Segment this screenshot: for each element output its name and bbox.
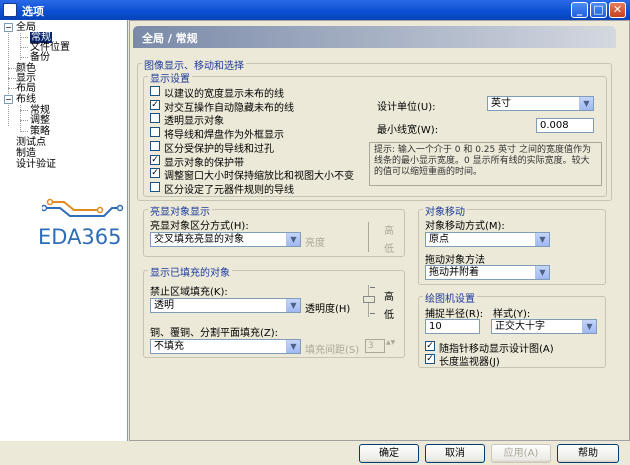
eda365-logo: EDA365 [38,225,122,249]
ok-button[interactable]: 确定 [359,444,419,463]
hint-text: 提示: 输入一个介于 0 和 0.25 英寸 之间的宽度值作为线条的最小显示宽度… [369,142,602,186]
close-button[interactable]: ✕ [609,2,626,18]
display-option-checkbox[interactable] [150,113,160,124]
tree-item-testpoint[interactable]: 测试点 [16,137,46,148]
area-fill-label: 禁止区域填充(K): [150,287,228,298]
copper-fill-select[interactable]: 不填充 ▼ [150,339,301,354]
copper-fill-label: 铜、覆铜、分割平面填充(Z): [150,328,279,339]
tree-item-routing-strategy[interactable]: 策略 [30,126,50,137]
brightness-low-label: 低 [384,244,394,255]
chevron-down-icon: ▼ [579,97,593,110]
brightness-label: 亮度 [305,238,325,249]
display-option-checkbox[interactable] [150,181,160,192]
brightness-high-label: 高 [384,226,394,237]
cancel-button[interactable]: 取消 [425,444,485,463]
length-monitor-label: 长度监视器(J) [439,357,500,368]
opacity-high-label: 高 [384,292,394,303]
move-mode-label: 对象移动方式(M): [425,221,505,232]
cursor-style-select[interactable]: 正交大十字 ▼ [491,319,597,334]
display-settings-title: 显示设置 [148,70,192,85]
chevron-down-icon: ▼ [535,266,549,279]
chevron-down-icon: ▼ [535,233,549,246]
tree-item-design-verify[interactable]: 设计验证 [16,159,56,170]
opacity-slider-thumb[interactable] [363,296,375,303]
tree-item-fab[interactable]: 制造 [16,148,36,159]
eda365-logo-circuit [42,198,124,217]
panel-header [133,26,616,48]
brightness-slider[interactable] [368,222,369,252]
spin-arrows-icon[interactable]: ▲▼ [386,339,395,346]
display-option-label: 区分设定了元器件规则的导线 [164,184,294,196]
min-width-label: 最小线宽(W): [377,125,439,136]
snap-radius-label: 捕捉半径(R): [425,309,484,320]
display-option-checkbox[interactable] [150,86,160,96]
maximize-button[interactable]: □ [590,2,607,18]
design-unit-select[interactable]: 英寸 ▼ [487,96,594,111]
panel-title: 全局 / 常规 [142,32,198,45]
tree-item-routing[interactable]: 布线 [16,94,36,105]
move-mode-select[interactable]: 原点 ▼ [425,232,550,247]
collapse-icon[interactable]: − [4,95,13,104]
window-title: 选项 [22,5,44,18]
cursor-style-label: 样式(Y): [493,309,531,320]
help-button[interactable]: 帮助 [557,444,619,463]
area-fill-select[interactable]: 透明 ▼ [150,298,301,313]
title-bar[interactable] [0,0,630,20]
min-width-input[interactable]: 0.008 [536,118,594,133]
opacity-label: 透明度(H) [305,304,351,315]
collapse-icon[interactable]: − [4,23,13,32]
filled-objects-title: 显示已填充的对象 [148,264,232,279]
design-unit-label: 设计单位(U): [377,102,436,113]
tree-item-backup[interactable]: 备份 [30,52,50,63]
chevron-down-icon: ▼ [286,299,300,312]
drag-method-select[interactable]: 拖动并附着 ▼ [425,265,550,280]
chevron-down-icon: ▼ [286,233,300,246]
drag-method-label: 拖动对象方法 [425,255,485,266]
object-move-title: 对象移动 [423,203,467,218]
chevron-down-icon: ▼ [582,320,596,333]
length-monitor-checkbox[interactable]: ✓ [425,354,435,364]
show-while-moving-checkbox[interactable]: ✓ [425,341,435,351]
display-option-checkbox[interactable]: ✓ [150,99,160,110]
apply-button[interactable]: 应用(A) [491,444,551,463]
snap-radius-input[interactable]: 10 [425,319,480,334]
display-option-checkbox[interactable] [150,127,160,138]
app-icon [3,3,17,17]
fill-spacing-spinner[interactable]: 3 [365,339,385,353]
highlight-mode-label: 亮显对象区分方式(H): [150,221,249,232]
tree-item-layer[interactable]: 布局 [16,83,36,94]
minimize-button[interactable]: _ [571,2,588,18]
highlight-group-title: 亮显对象显示 [148,203,212,218]
fill-spacing-label: 填充间距(S) [305,345,360,356]
display-option-checkbox[interactable]: ✓ [150,154,160,165]
chevron-down-icon: ▼ [286,340,300,353]
display-option-checkbox[interactable]: ✓ [150,168,160,179]
highlight-mode-select[interactable]: 交叉填充亮显的对象 ▼ [150,232,301,247]
tree-item-routing-adjust[interactable]: 调整 [30,115,50,126]
opacity-low-label: 低 [384,310,394,321]
display-option-checkbox[interactable] [150,140,160,151]
drafting-title: 绘图机设置 [423,290,477,305]
